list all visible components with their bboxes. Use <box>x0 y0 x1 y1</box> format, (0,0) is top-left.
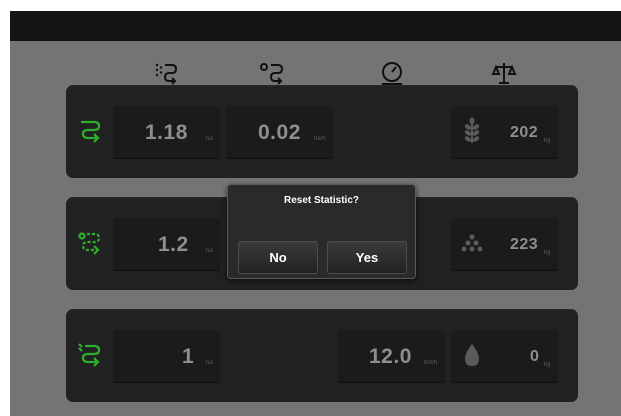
yes-button[interactable]: Yes <box>327 241 407 274</box>
area-unit: ha <box>206 136 213 142</box>
statistic-row-3[interactable]: 1 ha 12.0 km/h 0 kg <box>66 309 578 402</box>
worked-area-cell: 1.2 ha <box>113 217 220 270</box>
scale-weight-icon <box>490 59 518 87</box>
weight-value: 223 <box>510 236 539 253</box>
grain-icon <box>459 117 485 145</box>
area-value: 1 <box>182 345 195 368</box>
no-button[interactable]: No <box>238 241 318 274</box>
weight-unit: kg <box>544 250 551 256</box>
green-arrows-3-icon <box>76 339 106 369</box>
statistic-row-1[interactable]: 1.18 ha 0.02 ha/h 202 kg <box>66 85 578 178</box>
speed-unit: km/h <box>424 360 438 366</box>
weight-value: 202 <box>510 124 539 141</box>
rate-value: 0.02 <box>258 121 301 144</box>
dialog-title: Reset Statistic? <box>283 195 360 206</box>
speed-gauge-icon <box>378 59 406 87</box>
worked-area-icon <box>152 59 180 87</box>
reset-statistic-dialog: Reset Statistic? No Yes <box>227 184 416 279</box>
green-arrows-dashed-icon <box>76 227 106 257</box>
speed-cell: 12.0 km/h <box>338 329 445 382</box>
distance-icon <box>258 59 286 87</box>
green-arrows-icon <box>76 115 106 145</box>
area-unit: ha <box>206 248 213 254</box>
area-value: 1.2 <box>158 233 189 256</box>
weight-cell: 223 kg <box>451 217 558 270</box>
weight-value: 0 <box>530 348 540 365</box>
weight-unit: kg <box>544 138 551 144</box>
weight-cell: 0 kg <box>451 329 558 382</box>
weight-unit: kg <box>544 362 551 368</box>
top-bar <box>10 11 621 41</box>
weight-cell: 202 kg <box>451 105 558 158</box>
fertilizer-drop-icon <box>459 341 485 369</box>
worked-area-cell: 1.18 ha <box>113 105 220 158</box>
seeds-icon <box>459 229 485 257</box>
rate-unit: ha/h <box>314 136 326 142</box>
area-value: 1.18 <box>145 121 188 144</box>
work-rate-cell: 0.02 ha/h <box>226 105 333 158</box>
area-unit: ha <box>206 360 213 366</box>
app-screen: 1.18 ha 0.02 ha/h 202 kg 1.2 ha 223 kg 1… <box>10 11 621 416</box>
worked-area-cell: 1 ha <box>113 329 220 382</box>
speed-value: 12.0 <box>369 345 412 368</box>
